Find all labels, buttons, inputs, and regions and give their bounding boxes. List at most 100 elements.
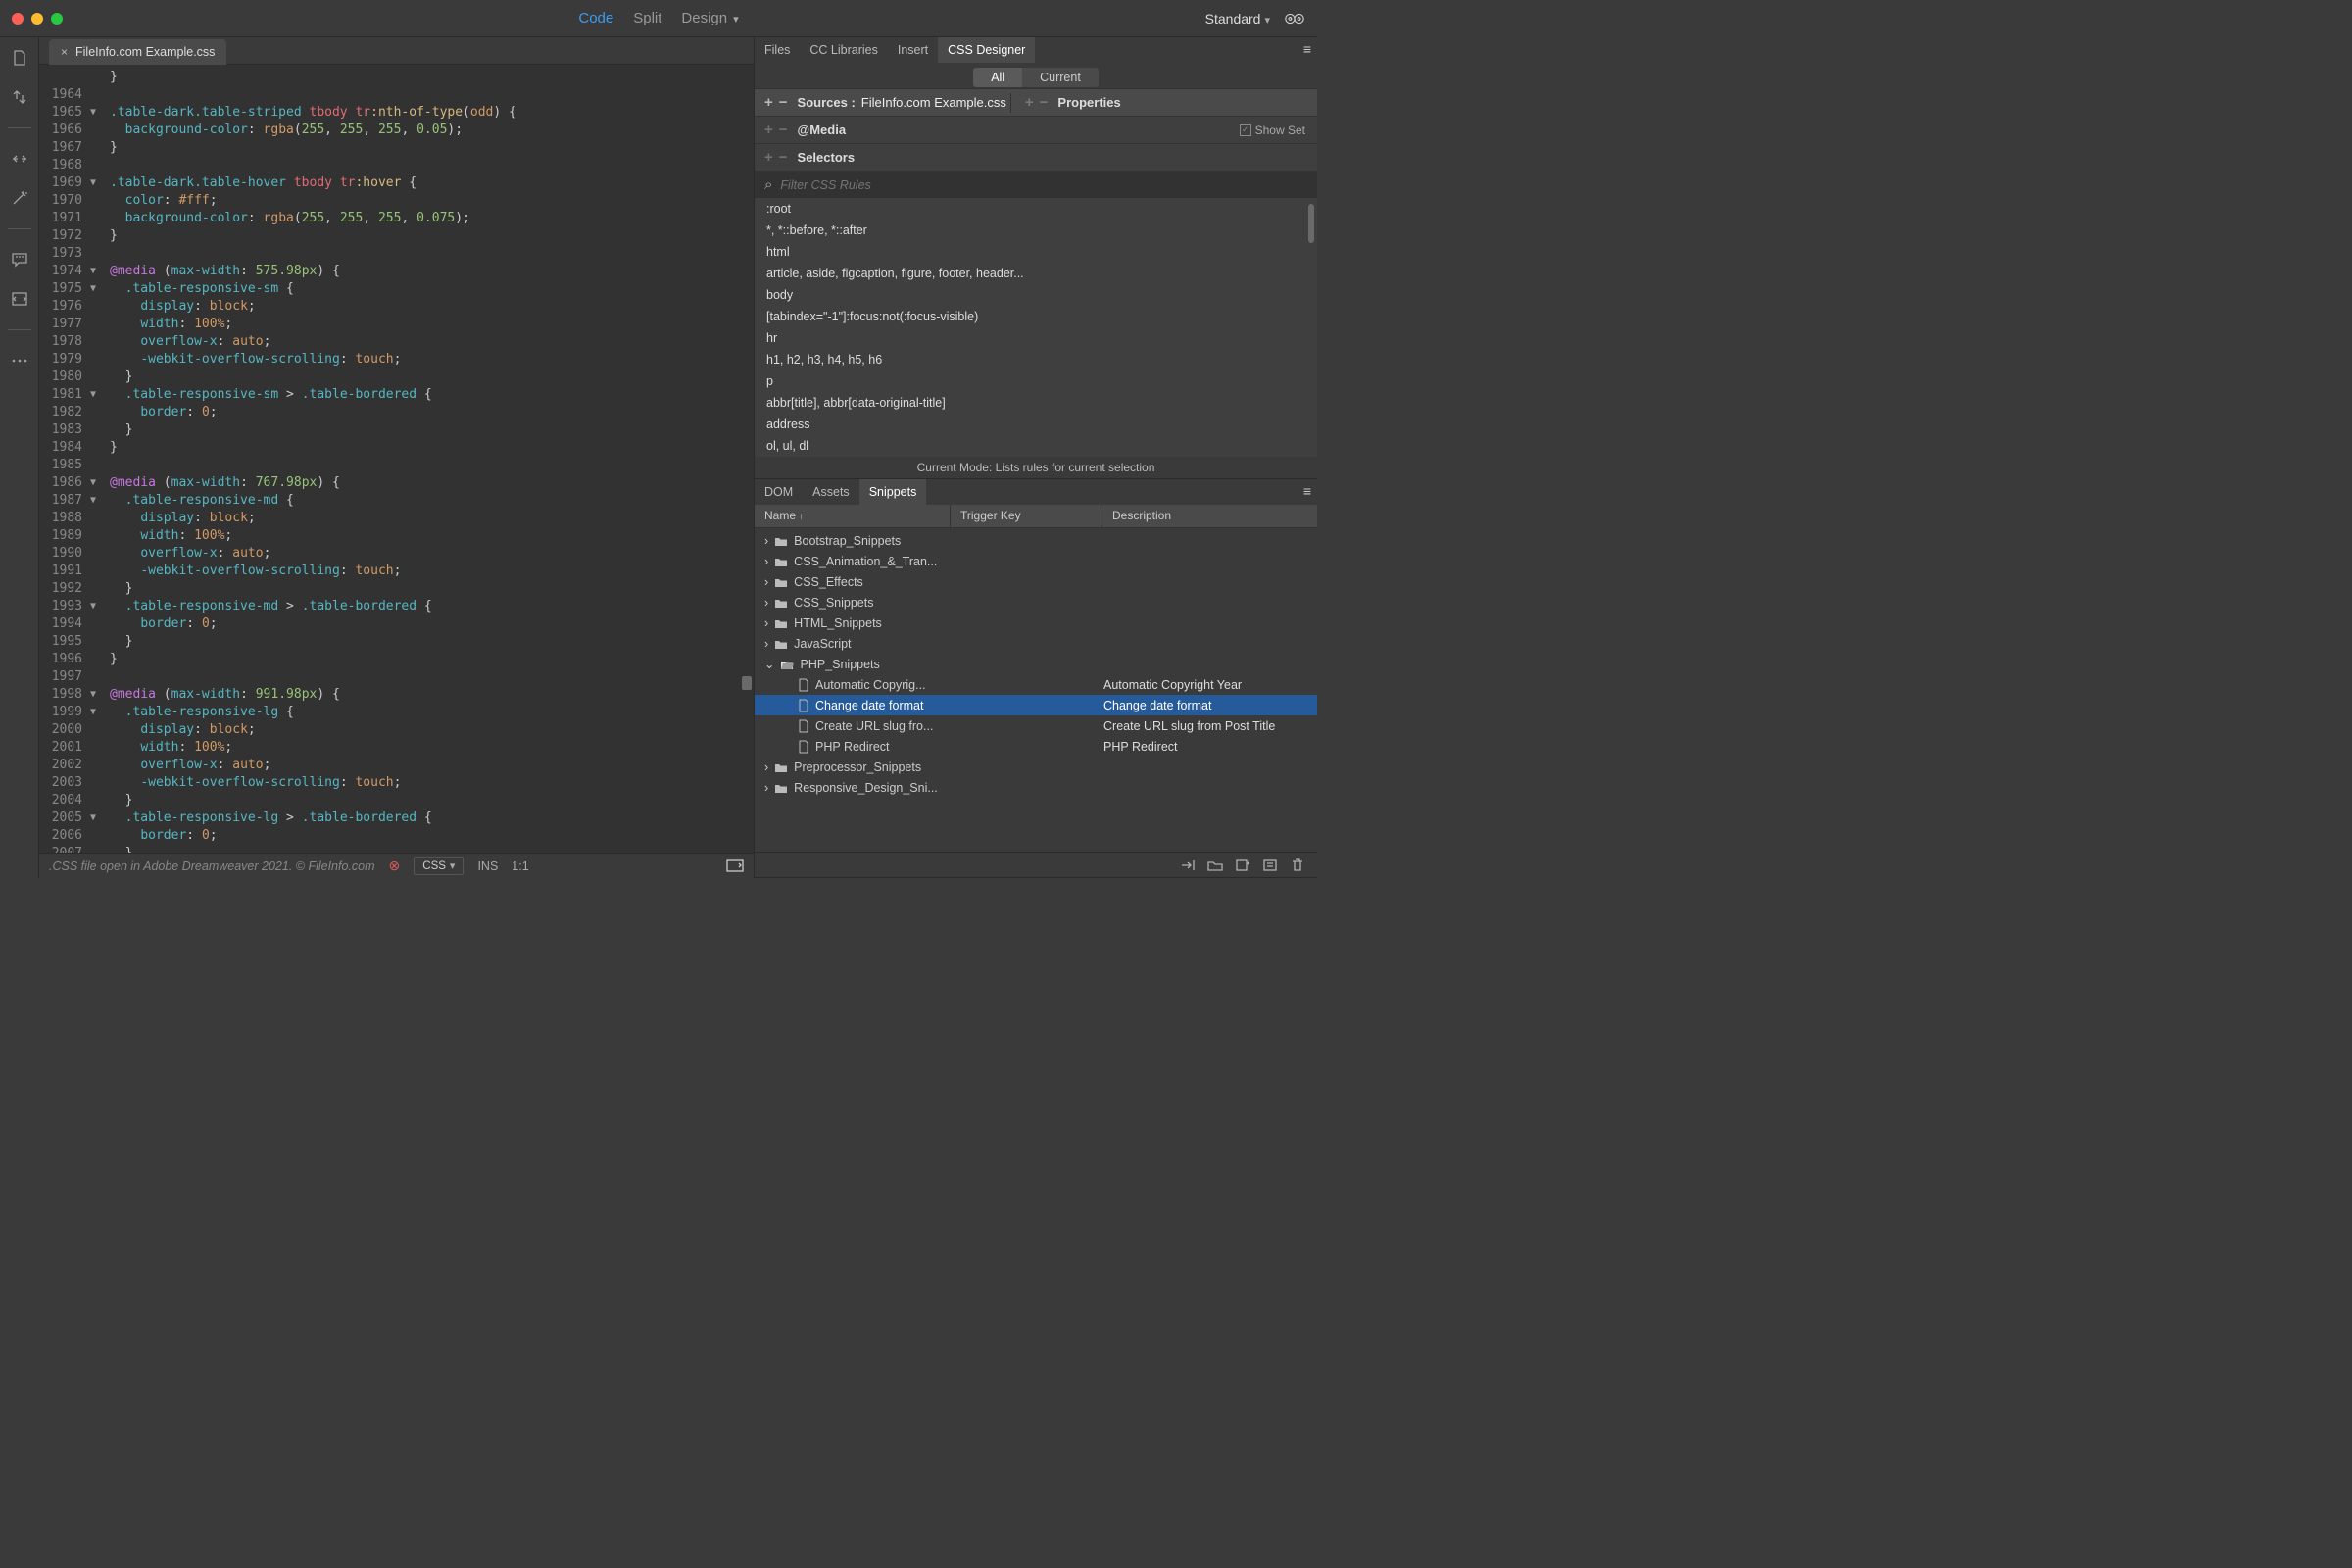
col-name[interactable]: Name: [755, 505, 951, 527]
selector-item[interactable]: [tabindex="-1"]:focus:not(:focus-visible…: [755, 306, 1317, 327]
watermark-text: .CSS file open in Adobe Dreamweaver 2021…: [49, 859, 375, 873]
code-editor[interactable]: 19641965▼1966196719681969▼19701971197219…: [39, 65, 754, 853]
selector-item[interactable]: body: [755, 284, 1317, 306]
preview-icon[interactable]: [726, 858, 744, 874]
css-designer-panel: Files CC Libraries Insert CSS Designer ≡…: [755, 37, 1317, 479]
tab-snippets[interactable]: Snippets: [859, 479, 927, 505]
add-media-icon[interactable]: +: [764, 122, 773, 138]
tab-cc-libraries[interactable]: CC Libraries: [800, 37, 887, 63]
selector-item[interactable]: h1, h2, h3, h4, h5, h6: [755, 349, 1317, 370]
selector-item[interactable]: address: [755, 414, 1317, 435]
view-code[interactable]: Code: [578, 10, 613, 26]
tab-css-designer[interactable]: CSS Designer: [938, 37, 1035, 63]
add-property-icon[interactable]: +: [1025, 94, 1034, 111]
remove-selector-icon[interactable]: −: [779, 149, 788, 166]
right-panel: Files CC Libraries Insert CSS Designer ≡…: [754, 37, 1317, 878]
all-current-toggle: All Current: [755, 63, 1317, 88]
sources-row: +− Sources : FileInfo.com Example.css +−…: [755, 88, 1317, 116]
snippet-folder[interactable]: ›CSS_Effects: [755, 571, 1317, 592]
more-icon[interactable]: [9, 350, 30, 371]
selector-item[interactable]: article, aside, figcaption, figure, foot…: [755, 263, 1317, 284]
selector-item[interactable]: html: [755, 241, 1317, 263]
snippet-folder[interactable]: ›CSS_Snippets: [755, 592, 1317, 612]
tab-insert[interactable]: Insert: [888, 37, 938, 63]
selector-item[interactable]: *, *::before, *::after: [755, 220, 1317, 241]
remove-media-icon[interactable]: −: [779, 122, 788, 138]
snippet-columns: Name Trigger Key Description: [755, 505, 1317, 528]
file-tab-active[interactable]: × FileInfo.com Example.css: [49, 39, 226, 65]
snippet-folder[interactable]: ›JavaScript: [755, 633, 1317, 654]
selectors-list[interactable]: :root*, *::before, *::afterhtmlarticle, …: [755, 198, 1317, 457]
snippet-folder[interactable]: ›CSS_Animation_&_Tran...: [755, 551, 1317, 571]
snippet-folder[interactable]: ›Preprocessor_Snippets: [755, 757, 1317, 777]
selectors-scrollbar[interactable]: [1308, 204, 1314, 243]
add-selector-icon[interactable]: +: [764, 149, 773, 166]
maximize-icon[interactable]: [51, 13, 63, 24]
search-icon: [764, 176, 772, 193]
sources-file[interactable]: FileInfo.com Example.css: [861, 95, 1006, 110]
snippets-panel: DOM Assets Snippets ≡ Name Trigger Key D…: [755, 479, 1317, 878]
remove-property-icon[interactable]: −: [1040, 94, 1049, 111]
insert-mode[interactable]: INS: [477, 859, 498, 873]
panel-tabs-top: Files CC Libraries Insert CSS Designer ≡: [755, 37, 1317, 63]
error-icon[interactable]: ⊗: [389, 858, 401, 874]
edit-snippet-icon[interactable]: [1262, 858, 1278, 873]
panel-menu-icon[interactable]: ≡: [1303, 41, 1311, 57]
insert-snippet-icon[interactable]: [1180, 858, 1196, 873]
tab-assets[interactable]: Assets: [803, 479, 859, 505]
snippets-icon[interactable]: [9, 288, 30, 310]
window-controls: [12, 13, 63, 24]
selector-item[interactable]: :root: [755, 198, 1317, 220]
snippet-toolbar: [755, 852, 1317, 877]
snippet-file[interactable]: PHP RedirectPHP Redirect: [755, 736, 1317, 757]
mode-hint: Current Mode: Lists rules for current se…: [755, 457, 1317, 478]
new-folder-icon[interactable]: [1207, 858, 1223, 873]
sync-settings-icon[interactable]: [1284, 10, 1305, 27]
wand-icon[interactable]: [9, 187, 30, 209]
snippet-file[interactable]: Automatic Copyrig...Automatic Copyright …: [755, 674, 1317, 695]
cursor-position: 1:1: [512, 859, 528, 873]
toggle-all[interactable]: All: [973, 68, 1022, 87]
code-content[interactable]: }.table-dark.table-striped tbody tr:nth-…: [102, 65, 754, 853]
tab-files[interactable]: Files: [755, 37, 800, 63]
filter-row: [755, 171, 1317, 198]
media-label: @Media: [798, 122, 847, 137]
col-trigger[interactable]: Trigger Key: [951, 505, 1102, 527]
selector-item[interactable]: abbr[title], abbr[data-original-title]: [755, 392, 1317, 414]
titlebar: Code Split Design Standard: [0, 0, 1317, 37]
view-design[interactable]: Design: [681, 10, 738, 26]
file-manage-icon[interactable]: [9, 47, 30, 69]
media-row: +− @Media ✓Show Set: [755, 116, 1317, 143]
snippet-file[interactable]: Change date formatChange date format: [755, 695, 1317, 715]
editor-scrollbar-vertical[interactable]: [742, 69, 752, 837]
remove-source-icon[interactable]: −: [779, 94, 788, 111]
language-selector[interactable]: CSS: [414, 857, 464, 875]
tab-dom[interactable]: DOM: [755, 479, 803, 505]
add-source-icon[interactable]: +: [764, 94, 773, 111]
extract-icon[interactable]: [9, 86, 30, 108]
selector-item[interactable]: ol, ul, dl: [755, 435, 1317, 457]
selector-item[interactable]: p: [755, 370, 1317, 392]
snippet-folder[interactable]: ⌄PHP_Snippets: [755, 654, 1317, 674]
snippet-folder[interactable]: ›Bootstrap_Snippets: [755, 530, 1317, 551]
filter-input[interactable]: [780, 178, 1307, 192]
selector-item[interactable]: hr: [755, 327, 1317, 349]
snippet-folder[interactable]: ›HTML_Snippets: [755, 612, 1317, 633]
snippet-file[interactable]: Create URL slug fro...Create URL slug fr…: [755, 715, 1317, 736]
comment-icon[interactable]: [9, 249, 30, 270]
snippet-folder[interactable]: ›Responsive_Design_Sni...: [755, 777, 1317, 798]
file-tab-label: FileInfo.com Example.css: [75, 45, 215, 59]
toggle-current[interactable]: Current: [1022, 68, 1099, 87]
panel-menu-icon[interactable]: ≡: [1303, 483, 1311, 499]
expand-icon[interactable]: [9, 148, 30, 170]
view-split[interactable]: Split: [633, 10, 662, 26]
workspace-switcher[interactable]: Standard: [1205, 11, 1270, 26]
show-set-toggle[interactable]: ✓Show Set: [1240, 123, 1305, 137]
snippet-tree[interactable]: ›Bootstrap_Snippets›CSS_Animation_&_Tran…: [755, 528, 1317, 852]
col-description[interactable]: Description: [1102, 505, 1317, 527]
delete-snippet-icon[interactable]: [1290, 858, 1305, 873]
close-icon[interactable]: [12, 13, 24, 24]
new-snippet-icon[interactable]: [1235, 858, 1250, 873]
minimize-icon[interactable]: [31, 13, 43, 24]
close-icon[interactable]: ×: [61, 45, 68, 59]
